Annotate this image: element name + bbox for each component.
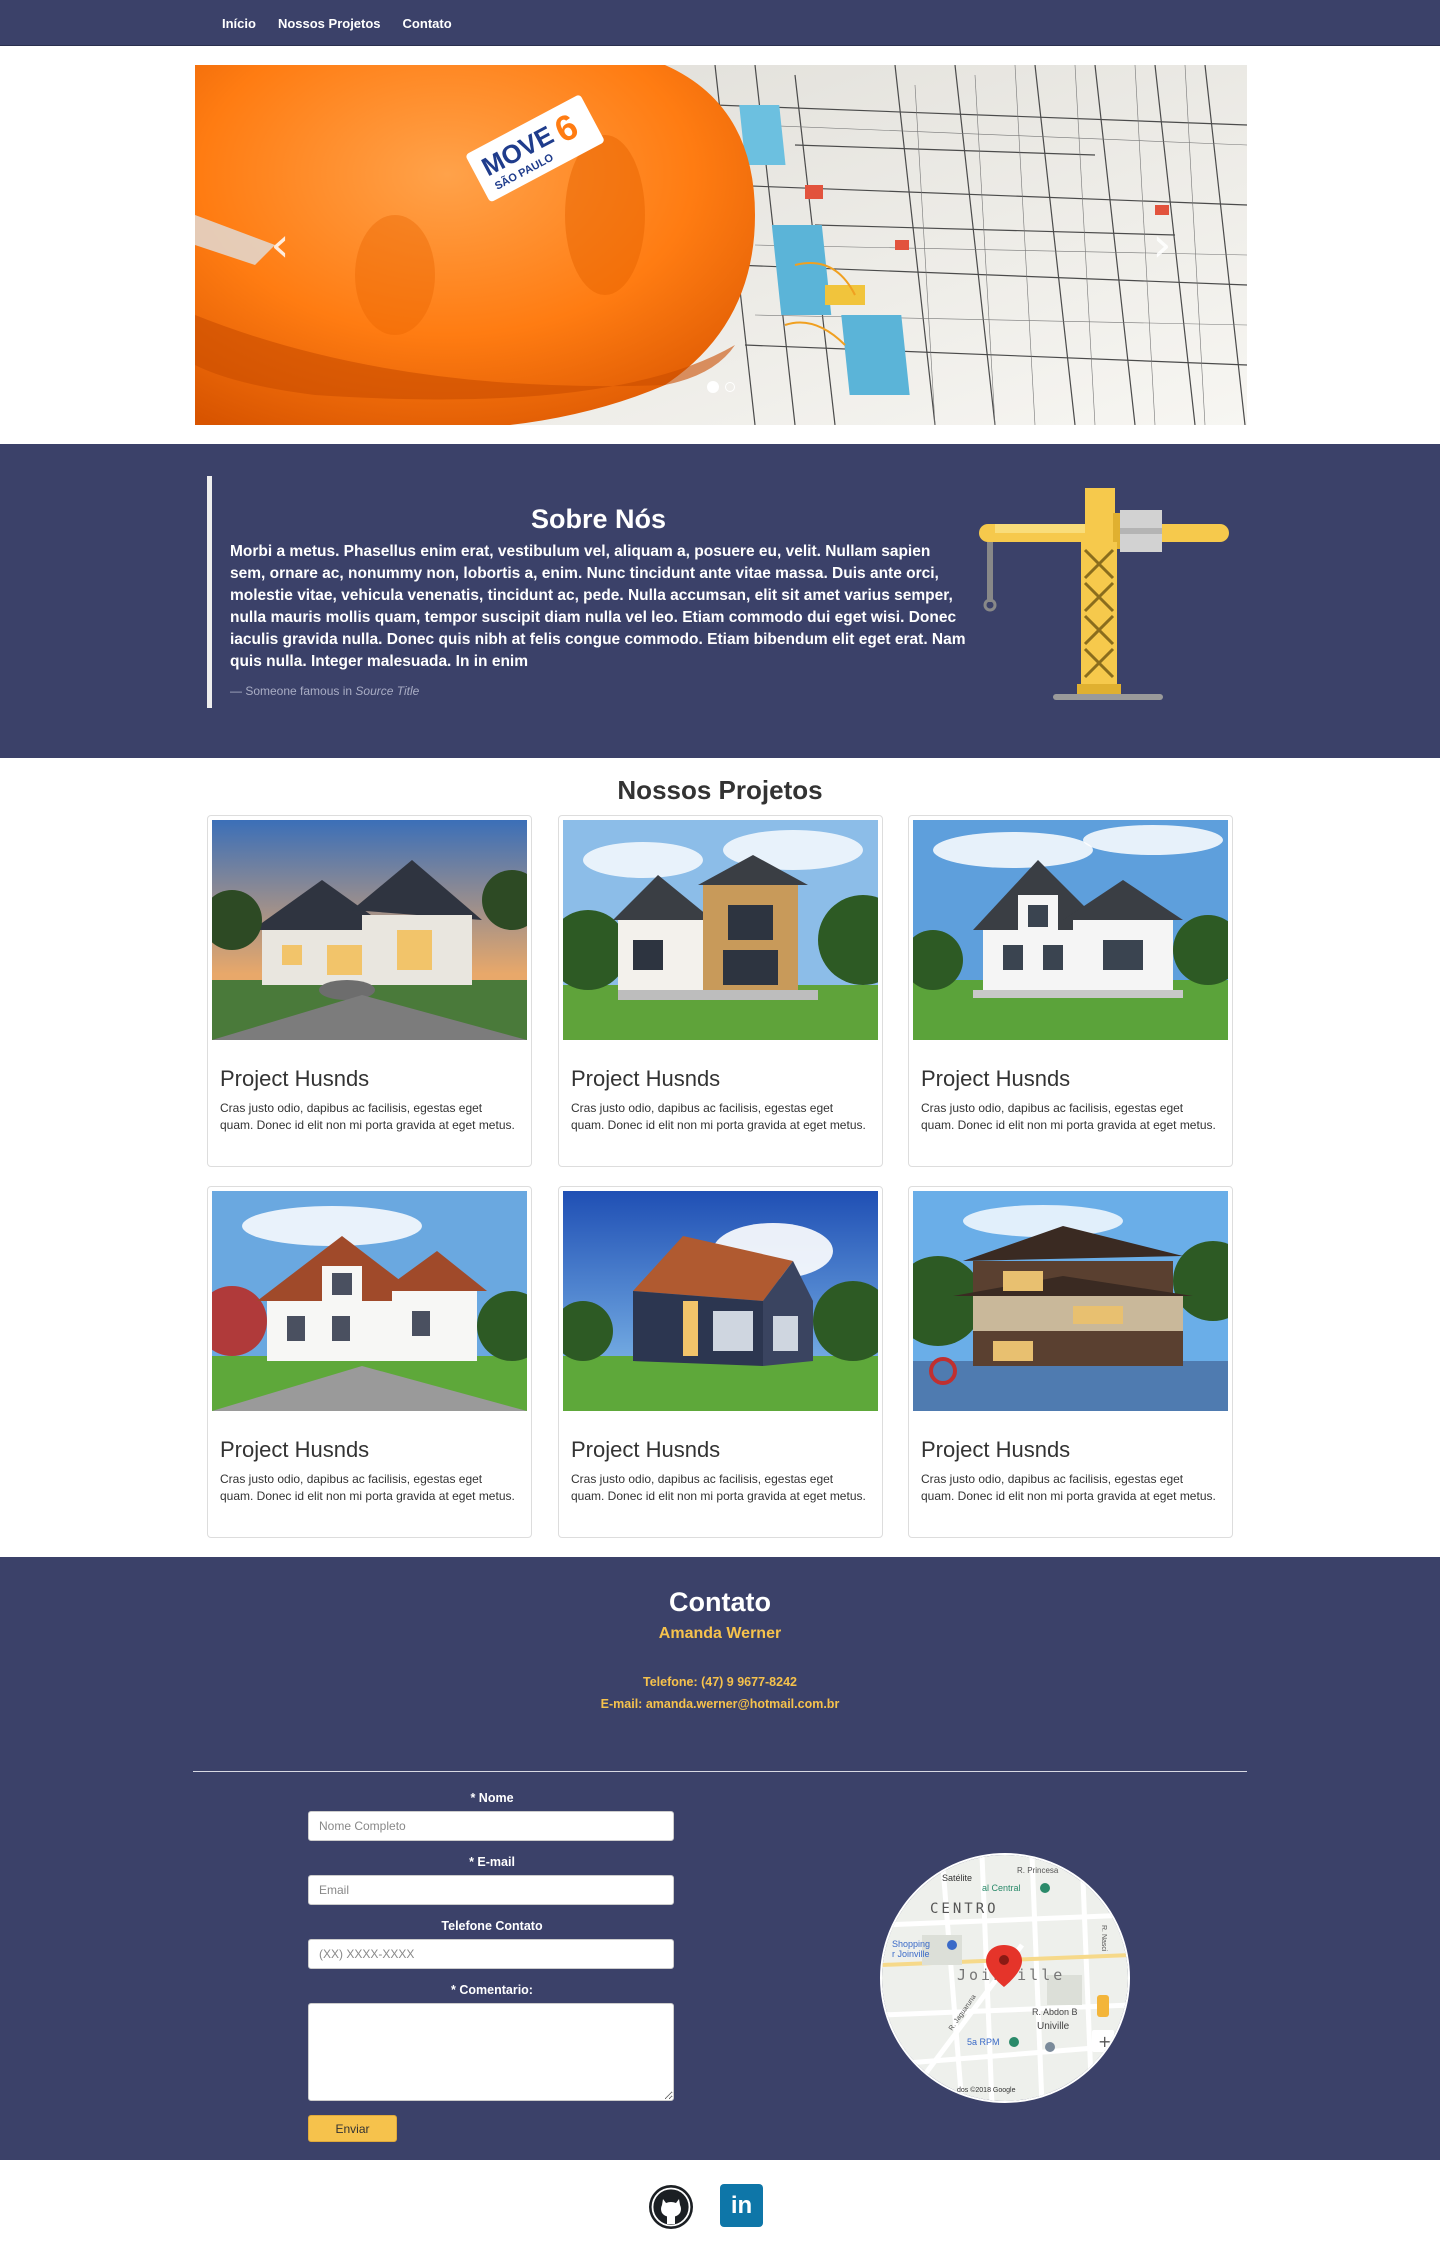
map-satellite-label: Satélite [942, 1873, 972, 1883]
project-image [212, 1191, 527, 1411]
map-image: Satélite R. Princesa al Central CENTRO S… [882, 1855, 1128, 2101]
project-card[interactable]: Project Husnds Cras justo odio, dapibus … [908, 815, 1233, 1167]
project-text: Cras justo odio, dapibus ac facilisis, e… [571, 1472, 866, 1503]
project-text: Cras justo odio, dapibus ac facilisis, e… [921, 1101, 1216, 1132]
contact-email: E-mail: amanda.werner@hotmail.com.br [600, 1697, 840, 1711]
zoom-in-icon: + [1098, 2032, 1111, 2051]
carousel-indicator-2[interactable] [725, 382, 735, 392]
contact-form: * Nome * E-mail Telefone Contato * Comen… [308, 1791, 676, 2142]
project-card[interactable]: Project Husnds Cras justo odio, dapibus … [908, 1186, 1233, 1538]
project-card[interactable]: Project Husnds Cras justo odio, dapibus … [558, 815, 883, 1167]
hero-slide-image: MOVE 6 SÃO PAULO [195, 65, 1247, 425]
citation-prefix: — Someone famous in [230, 684, 356, 698]
map-copyright: dos ©2018 Google [957, 2086, 1016, 2094]
project-image [913, 1191, 1228, 1411]
contact-divider [193, 1771, 1247, 1772]
map-shopping-label: Shopping [892, 1939, 930, 1949]
pegman-icon[interactable] [1097, 1995, 1109, 2017]
about-citation: — Someone famous in Source Title [230, 684, 967, 698]
project-title: Project Husnds [921, 1437, 1071, 1462]
map-univille-label: Univille [1037, 2021, 1070, 2032]
project-title: Project Husnds [220, 1066, 370, 1091]
nav-link-contato[interactable]: Contato [403, 16, 452, 31]
navbar: Início Nossos Projetos Contato [0, 0, 1440, 46]
crane-icon [979, 488, 1229, 700]
map-central-label: al Central [982, 1883, 1021, 1893]
nav-links: Início Nossos Projetos Contato [222, 0, 452, 46]
about-title: Sobre Nós [530, 504, 667, 534]
github-icon[interactable] [647, 2183, 695, 2231]
map-street-top: R. Princesa [1017, 1866, 1059, 1875]
project-text: Cras justo odio, dapibus ac facilisis, e… [220, 1101, 515, 1132]
carousel-prev-button[interactable]: ‹ [250, 215, 310, 275]
submit-button[interactable]: Enviar [308, 2115, 397, 2142]
project-image [563, 820, 878, 1040]
comment-field[interactable] [308, 2003, 674, 2101]
email-field[interactable] [308, 1875, 674, 1905]
project-card[interactable]: Project Husnds Cras justo odio, dapibus … [207, 815, 532, 1167]
map-shopping2-label: r Joinville [892, 1949, 930, 1959]
map-street-abdon: R. Abdon B [1032, 2007, 1078, 2017]
nav-link-inicio[interactable]: Início [222, 16, 256, 31]
contact-section: Contato Amanda Werner Telefone: (47) 9 9… [0, 1557, 1440, 2160]
projects-title: Nossos Projetos [617, 775, 823, 805]
project-card[interactable]: Project Husnds Cras justo odio, dapibus … [558, 1186, 883, 1538]
linkedin-icon[interactable]: in [720, 2184, 763, 2227]
carousel-indicators [707, 381, 735, 393]
about-text: Morbi a metus. Phasellus enim erat, vest… [230, 543, 966, 670]
project-title: Project Husnds [220, 1437, 370, 1462]
project-title: Project Husnds [571, 1437, 721, 1462]
project-text: Cras justo odio, dapibus ac facilisis, e… [921, 1472, 1216, 1503]
project-title: Project Husnds [921, 1066, 1071, 1091]
name-label: * Nome [470, 1791, 514, 1805]
nav-link-nossos-projetos[interactable]: Nossos Projetos [278, 16, 381, 31]
carousel-indicator-1[interactable] [707, 381, 719, 393]
project-text: Cras justo odio, dapibus ac facilisis, e… [571, 1101, 866, 1132]
location-map[interactable]: Satélite R. Princesa al Central CENTRO S… [880, 1853, 1130, 2103]
contact-title: Contato [669, 1587, 771, 1617]
comment-label: * Comentario: [451, 1983, 533, 1997]
map-district-label: CENTRO [930, 1901, 999, 1917]
citation-source: Source Title [355, 684, 420, 698]
project-image [212, 820, 527, 1040]
map-rpm-label: 5a RPM [967, 2037, 1000, 2047]
about-section: Sobre Nós Morbi a metus. Phasellus enim … [0, 444, 1440, 758]
project-image [913, 820, 1228, 1040]
phone-field[interactable] [308, 1939, 674, 1969]
name-field[interactable] [308, 1811, 674, 1841]
about-blockquote: Sobre Nós Morbi a metus. Phasellus enim … [207, 476, 967, 708]
footer: in [0, 2160, 1440, 2266]
contact-name: Amanda Werner [658, 1625, 782, 1642]
project-title: Project Husnds [571, 1066, 721, 1091]
contact-phone: Telefone: (47) 9 9677-8242 [642, 1675, 797, 1689]
map-street-right: R. Nasci [1100, 1925, 1107, 1952]
project-card[interactable]: Project Husnds Cras justo odio, dapibus … [207, 1186, 532, 1538]
project-text: Cras justo odio, dapibus ac facilisis, e… [220, 1472, 515, 1503]
email-label: * E-mail [469, 1855, 515, 1869]
project-image [563, 1191, 878, 1411]
phone-label: Telefone Contato [441, 1919, 543, 1933]
hero-carousel: MOVE 6 SÃO PAULO ‹ › [195, 65, 1247, 425]
carousel-next-button[interactable]: › [1132, 215, 1192, 275]
